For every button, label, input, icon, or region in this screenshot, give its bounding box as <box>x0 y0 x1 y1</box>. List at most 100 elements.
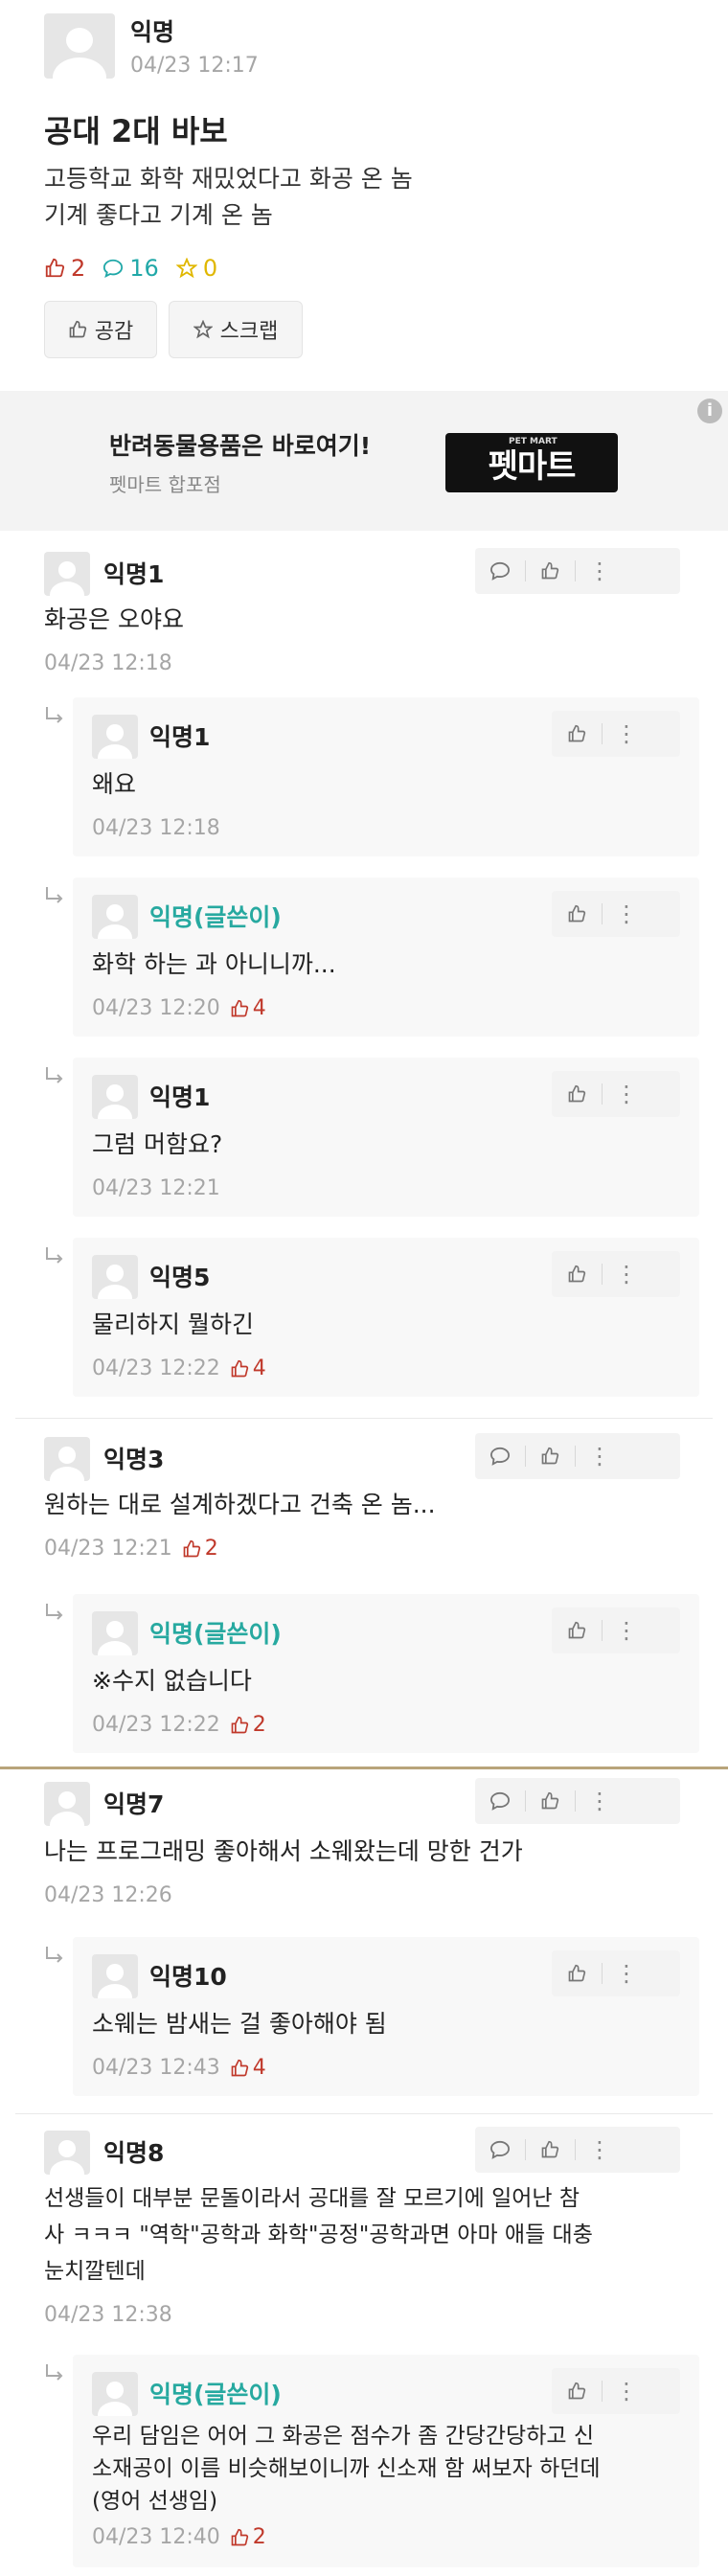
avatar <box>44 2131 90 2175</box>
reply-arrow-icon <box>46 2364 63 2381</box>
comment-like-count: 2 <box>204 1537 218 1561</box>
thumbs-up-icon[interactable] <box>525 2127 575 2173</box>
more-icon[interactable]: ⋮ <box>602 711 651 757</box>
info-icon[interactable]: i <box>697 399 722 423</box>
post-author: 익명 <box>130 18 175 46</box>
comment-like-count: 4 <box>252 996 266 1020</box>
comment-meta: 04/23 12:21 <box>92 1176 220 1200</box>
avatar <box>44 1782 90 1826</box>
thumbs-up-icon[interactable] <box>525 548 575 594</box>
thumbs-up-icon[interactable] <box>552 2368 602 2414</box>
speech-bubble-icon <box>103 259 124 279</box>
comment-text: 왜요 <box>92 770 137 798</box>
comment-like-count: 4 <box>252 2056 266 2080</box>
post-date: 04/23 12:17 <box>130 54 259 78</box>
thumbs-up-icon <box>231 1359 248 1377</box>
thumbs-up-icon <box>231 1716 248 1733</box>
comment-like-count: 2 <box>252 1713 266 1737</box>
comment-actions: ⋮ <box>552 711 680 757</box>
comment-like-count: 2 <box>252 2525 266 2549</box>
comment-date: 04/23 12:40 <box>92 2525 220 2549</box>
comment-actions: ⋮ <box>552 891 680 937</box>
post-body-line: 기계 좋다고 기계 온 놈 <box>44 201 273 229</box>
comment-text-line: 사 ㅋㅋㅋ "역학"공학과 화학"공정"공학과면 아마 애들 대충 <box>44 2223 593 2247</box>
avatar <box>92 715 138 759</box>
comment-likes: 2 <box>182 1537 218 1561</box>
comment-likes: 2 <box>230 2525 266 2549</box>
comment-meta: 04/23 12:18 <box>92 816 220 840</box>
star-icon <box>175 258 197 279</box>
post-header: 익명 04/23 12:17 공대 2대 바보 고등학교 화학 재밌었다고 화공… <box>0 0 728 383</box>
comment-actions: ⋮ <box>552 1950 680 1996</box>
avatar <box>92 895 138 939</box>
like-button[interactable]: 공감 <box>44 301 157 358</box>
comment-date: 04/23 12:22 <box>92 1713 220 1737</box>
thumbs-up-icon[interactable] <box>525 1433 575 1479</box>
more-icon[interactable]: ⋮ <box>575 548 625 594</box>
comment-author: 익명8 <box>103 2139 165 2167</box>
comment-text: 소웨는 밤새는 걸 좋아해야 됨 <box>92 2010 387 2038</box>
more-icon[interactable]: ⋮ <box>575 1433 625 1479</box>
scrap-count-value: 0 <box>202 255 218 282</box>
more-icon[interactable]: ⋮ <box>575 2127 625 2173</box>
comment-count-value: 16 <box>129 255 159 282</box>
reply-icon[interactable] <box>475 1433 525 1479</box>
thumbs-up-icon[interactable] <box>525 1778 575 1824</box>
more-icon[interactable]: ⋮ <box>575 1778 625 1824</box>
comment-date: 04/23 12:38 <box>44 2303 172 2327</box>
thumbs-up-icon[interactable] <box>552 711 602 757</box>
post-body: 고등학교 화학 재밌었다고 화공 온 놈 기계 좋다고 기계 온 놈 <box>44 161 413 234</box>
comment-actions: ⋮ <box>552 2368 680 2414</box>
reply-arrow-icon <box>46 1604 63 1620</box>
image-seam <box>0 1767 728 1769</box>
thumbs-up-icon[interactable] <box>552 1607 602 1653</box>
comment-author: 익명1 <box>149 1083 211 1111</box>
thumbs-up-icon <box>183 1539 200 1557</box>
reply-icon[interactable] <box>475 2127 525 2173</box>
comment-actions: ⋮ <box>475 1433 680 1479</box>
comment-text: ※수지 없습니다 <box>92 1667 252 1695</box>
reply-icon[interactable] <box>475 548 525 594</box>
reply-arrow-icon <box>46 1947 63 1963</box>
comment-text: 화학 하는 과 아니니까... <box>92 950 336 978</box>
reply-icon[interactable] <box>475 1778 525 1824</box>
thumbs-up-icon <box>69 320 86 338</box>
thumbs-up-icon[interactable] <box>552 1251 602 1297</box>
scrap-button[interactable]: 스크랩 <box>169 301 303 358</box>
like-count-value: 2 <box>71 255 86 282</box>
scrap-button-label: 스크랩 <box>219 320 279 344</box>
author-avatar <box>44 13 115 79</box>
more-icon[interactable]: ⋮ <box>602 1251 651 1297</box>
thumbs-up-icon[interactable] <box>552 1071 602 1117</box>
comment-author: 익명(글쓴이) <box>149 1620 282 1648</box>
comment-actions: ⋮ <box>552 1071 680 1117</box>
comment-author: 익명1 <box>103 560 165 588</box>
thumbs-up-icon <box>231 2528 248 2545</box>
comment-date: 04/23 12:21 <box>92 1176 220 1200</box>
avatar <box>44 1437 90 1481</box>
comment-meta: 04/23 12:40 2 <box>92 2525 266 2549</box>
comment-author: 익명7 <box>103 1790 165 1818</box>
more-icon[interactable]: ⋮ <box>602 1607 651 1653</box>
comment-meta: 04/23 12:21 2 <box>44 1537 218 1561</box>
ad-title: 반려동물용품은 바로여기! <box>109 432 372 460</box>
comment-text: 원하는 대로 설계하겠다고 건축 온 놈... <box>44 1491 436 1518</box>
comment-date: 04/23 12:18 <box>44 651 172 675</box>
more-icon[interactable]: ⋮ <box>602 891 651 937</box>
like-count: 2 <box>44 255 85 282</box>
more-icon[interactable]: ⋮ <box>602 1071 651 1117</box>
comment-text: 화공은 오야요 <box>44 605 184 633</box>
thumbs-up-icon[interactable] <box>552 1950 602 1996</box>
ad-logo: 펫마트 PET MART <box>445 433 618 492</box>
more-icon[interactable]: ⋮ <box>602 2368 651 2414</box>
reply-arrow-icon <box>46 1247 63 1264</box>
more-icon[interactable]: ⋮ <box>602 1950 651 1996</box>
comment-author: 익명5 <box>149 1264 211 1291</box>
avatar <box>92 1611 138 1655</box>
thumbs-up-icon[interactable] <box>552 891 602 937</box>
scrap-count: 0 <box>175 255 218 282</box>
ad-banner[interactable]: 반려동물용품은 바로여기! 펫마트 합포점 펫마트 PET MART i <box>0 391 728 531</box>
thumbs-up-icon <box>231 999 248 1016</box>
comment-like-count: 4 <box>252 1356 266 1380</box>
comment-author: 익명(글쓴이) <box>149 903 282 931</box>
